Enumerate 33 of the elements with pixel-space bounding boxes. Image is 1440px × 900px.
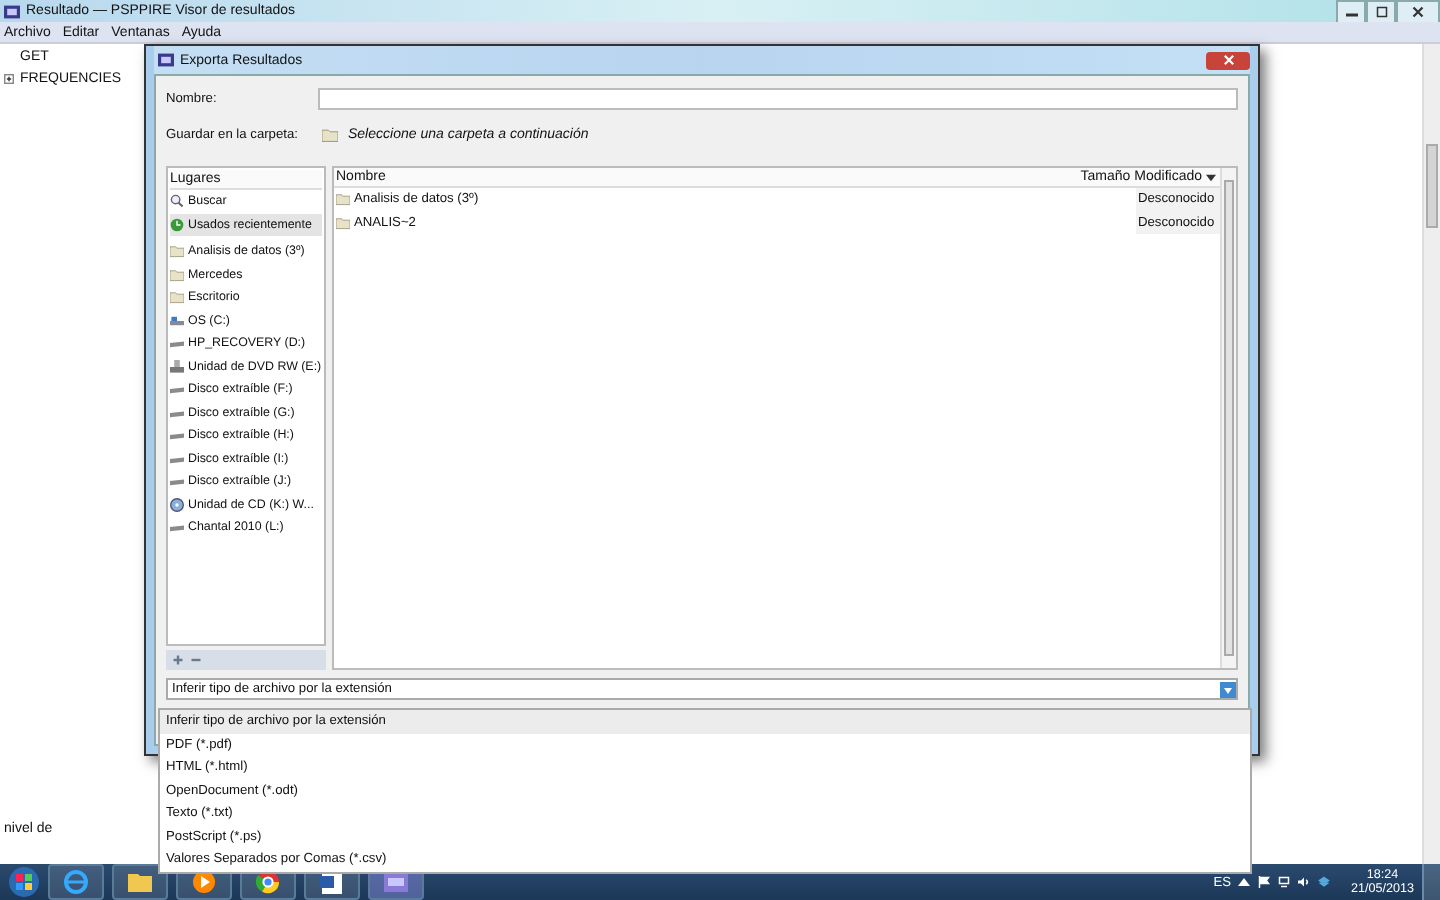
add-icon[interactable]: [172, 654, 184, 666]
restore-button[interactable]: [1366, 0, 1396, 23]
app-icon: [384, 872, 408, 892]
start-button[interactable]: [8, 866, 40, 898]
restore-icon: [1373, 5, 1389, 17]
drive-icon: [170, 336, 184, 351]
volume-icon[interactable]: [1298, 876, 1311, 888]
minimize-button[interactable]: [1336, 0, 1366, 23]
close-icon: [1410, 5, 1426, 17]
dropdown-arrow-icon: [1220, 681, 1236, 697]
close-button[interactable]: [1206, 51, 1250, 69]
flag-icon[interactable]: [1258, 876, 1271, 888]
expander-icon[interactable]: [4, 74, 14, 84]
folder-icon: [322, 127, 338, 141]
folder-icon: [128, 872, 152, 892]
app-icon: [158, 52, 174, 68]
dvd-drive-icon: [170, 359, 184, 374]
name-field[interactable]: [318, 87, 1238, 109]
network-icon[interactable]: [1278, 876, 1291, 888]
browser-e-icon: [64, 870, 88, 894]
sort-arrow-icon[interactable]: [1206, 173, 1216, 181]
close-button[interactable]: [1396, 0, 1440, 23]
scrollbar[interactable]: [1220, 168, 1236, 668]
taskbar-icon[interactable]: [112, 864, 168, 900]
search-icon: [170, 194, 184, 209]
close-icon: [1221, 54, 1235, 66]
hard-drive-icon: [170, 313, 184, 328]
box-icon[interactable]: [1318, 876, 1331, 888]
remove-icon[interactable]: [190, 654, 202, 666]
taskbar-icon[interactable]: [48, 864, 104, 900]
app-icon: [4, 3, 20, 19]
scrollbar[interactable]: [1422, 44, 1440, 864]
drive-icon: [170, 520, 184, 535]
